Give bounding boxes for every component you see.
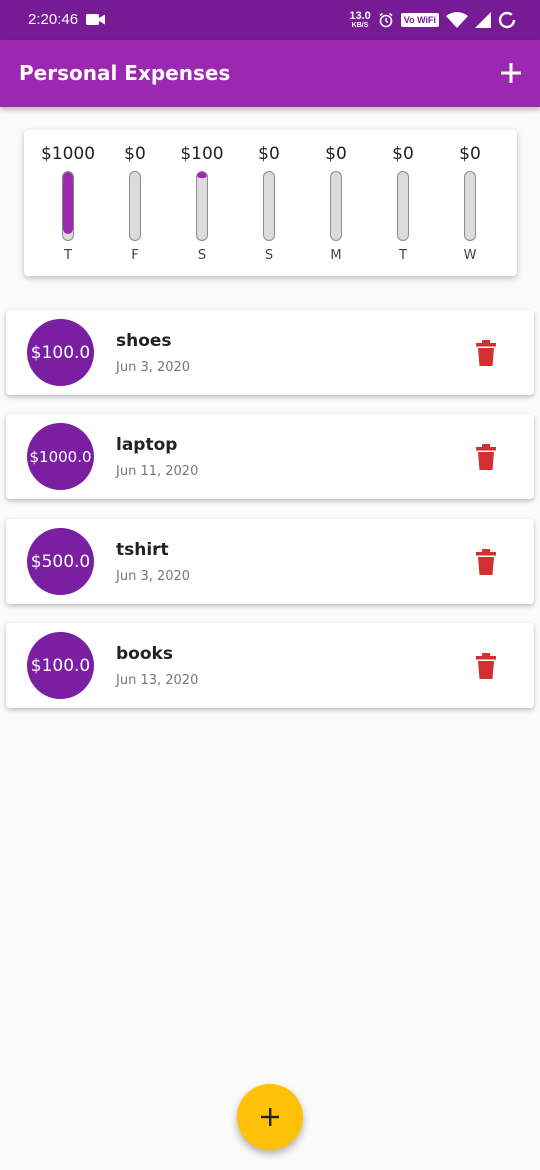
- chart-bar-3: $0 S: [237, 142, 301, 266]
- alarm-icon: [379, 12, 393, 28]
- wifi-icon: [446, 12, 468, 28]
- amount-avatar: $100.0: [27, 319, 94, 386]
- plus-icon: [261, 1108, 279, 1126]
- network-speed-value: 13.0: [349, 10, 371, 22]
- chart-bar-value: $0: [258, 144, 280, 164]
- chart-bar-6: $0 W: [438, 142, 502, 266]
- delete-button[interactable]: [474, 548, 498, 576]
- transaction-date: Jun 13, 2020: [116, 673, 199, 688]
- chart-bar-fill: [63, 172, 73, 234]
- delete-button[interactable]: [474, 652, 498, 680]
- chart-bar-value: $100: [180, 144, 224, 164]
- status-icons: 13.0 KB/S Vo WiFi: [349, 9, 516, 31]
- chart-bar-track: [464, 171, 476, 241]
- transaction-title: books: [116, 644, 173, 664]
- list-item[interactable]: $100.0 shoes Jun 3, 2020: [6, 310, 534, 395]
- trash-icon: [476, 549, 496, 575]
- transaction-date: Jun 3, 2020: [116, 569, 191, 584]
- chart-bar-value: $0: [392, 144, 414, 164]
- chart-bar-track: [263, 171, 275, 241]
- amount-avatar: $1000.0: [27, 423, 94, 490]
- chart-bar-day: T: [399, 248, 407, 263]
- app-bar: Personal Expenses: [0, 40, 540, 107]
- chart-bar-2: $100 S: [170, 142, 234, 266]
- battery-icon: [498, 11, 516, 29]
- amount-avatar: $100.0: [27, 632, 94, 699]
- list-item[interactable]: $100.0 books Jun 13, 2020: [6, 623, 534, 708]
- chart-bar-track: [129, 171, 141, 241]
- status-bar: 2:20:46 13.0 KB/S Vo WiFi: [0, 0, 540, 40]
- chart-bar-day: S: [264, 248, 274, 263]
- chart-bar-day: M: [330, 248, 342, 263]
- network-speed-unit: KB/S: [351, 22, 369, 29]
- transaction-title: shoes: [116, 331, 172, 351]
- chart-bar-track: [62, 171, 74, 241]
- vowifi-badge: Vo WiFi: [400, 13, 439, 27]
- trash-icon: [476, 340, 496, 366]
- chart-bar-value: $0: [459, 144, 481, 164]
- status-time: 2:20:46: [28, 11, 79, 28]
- transaction-date: Jun 3, 2020: [116, 360, 191, 375]
- chart-bar-day: S: [197, 248, 207, 263]
- page-title: Personal Expenses: [19, 61, 231, 85]
- chart-bar-track: [330, 171, 342, 241]
- chart-bar-1: $0 F: [103, 142, 167, 266]
- network-speed: 13.0 KB/S: [349, 10, 371, 30]
- list-item[interactable]: $1000.0 laptop Jun 11, 2020: [6, 414, 534, 499]
- transaction-title: tshirt: [116, 540, 169, 560]
- list-item[interactable]: $500.0 tshirt Jun 3, 2020: [6, 519, 534, 604]
- chart-bar-value: $0: [124, 144, 146, 164]
- chart-bar-0: $1000 T: [36, 142, 100, 266]
- chart-bar-value: $0: [325, 144, 347, 164]
- amount-avatar: $500.0: [27, 528, 94, 595]
- transaction-title: laptop: [116, 435, 178, 455]
- trash-icon: [476, 653, 496, 679]
- chart-bar-4: $0 M: [304, 142, 368, 266]
- delete-button[interactable]: [474, 339, 498, 367]
- weekly-spending-chart: $1000 T $0 F $100 S $0 S $0 M $0 T $0 W: [24, 130, 517, 276]
- transaction-date: Jun 11, 2020: [116, 464, 199, 479]
- chart-bar-value: $1000: [40, 144, 96, 164]
- chart-bar-track: [397, 171, 409, 241]
- chart-bar-day: F: [131, 248, 139, 263]
- delete-button[interactable]: [474, 443, 498, 471]
- add-transaction-fab[interactable]: [237, 1084, 303, 1150]
- chart-bar-track: [196, 171, 208, 241]
- chart-bar-day: W: [463, 248, 477, 263]
- chart-bar-fill: [197, 172, 207, 179]
- trash-icon: [476, 444, 496, 470]
- add-transaction-button[interactable]: [498, 60, 524, 86]
- signal-icon: [475, 12, 491, 28]
- video-camera-icon: [86, 14, 105, 25]
- chart-bar-day: T: [64, 248, 72, 263]
- chart-bar-5: $0 T: [371, 142, 435, 266]
- plus-icon: [501, 63, 521, 83]
